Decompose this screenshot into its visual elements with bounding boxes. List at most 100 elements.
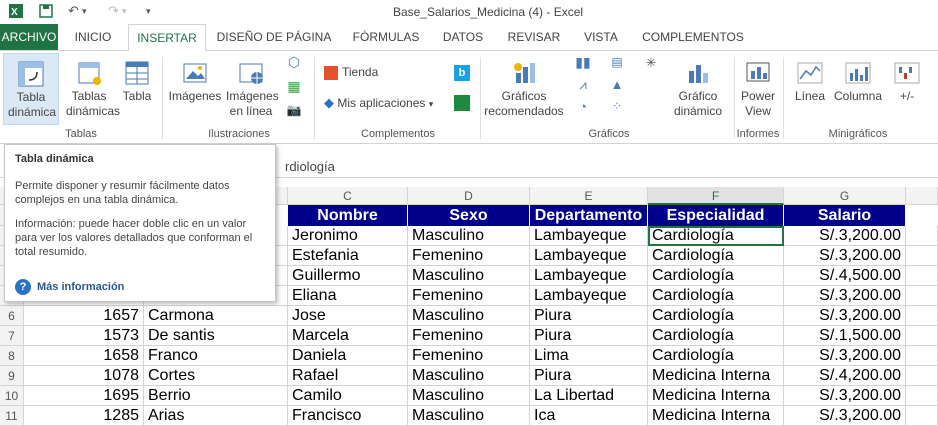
tab-revisar[interactable]: REVISAR (503, 24, 565, 50)
cell-empty[interactable] (906, 306, 938, 326)
tab-vista[interactable]: VISTA (578, 24, 624, 50)
screenshot-button[interactable]: 📷 (282, 103, 306, 123)
ganancia-perdida-button[interactable]: +/- (888, 53, 926, 125)
cell-esp[interactable]: Cardiología (648, 226, 784, 246)
tab-datos[interactable]: DATOS (438, 24, 488, 50)
cell-empty[interactable] (906, 226, 938, 246)
tabla-button[interactable]: Tabla (118, 53, 156, 125)
mas-informacion-link[interactable]: ? Más información (15, 279, 124, 295)
row-header[interactable]: 7 (0, 326, 24, 346)
cell-nombre[interactable]: Jeronimo (288, 226, 408, 246)
cell-empty[interactable] (906, 246, 938, 266)
people-graph-button[interactable] (452, 95, 472, 115)
row-header[interactable]: 9 (0, 366, 24, 386)
cell-empty[interactable] (906, 406, 938, 426)
cell-sal[interactable]: S/.3,200.00 (784, 386, 906, 406)
tab-inicio[interactable]: INICIO (70, 24, 116, 50)
cell-sal[interactable]: S/.3,200.00 (784, 246, 906, 266)
undo-dropdown-icon[interactable]: ▾ (82, 6, 87, 17)
cell-esp[interactable]: Cardiología (648, 326, 784, 346)
cell-id[interactable]: 1658 (24, 346, 144, 366)
cell-nombre[interactable]: Rafael (288, 366, 408, 386)
cell-sal[interactable]: S/.3,200.00 (784, 406, 906, 426)
line-chart-button[interactable]: ⩘ (568, 77, 598, 97)
cell-id[interactable]: 1078 (24, 366, 144, 386)
cell-id[interactable]: 1657 (24, 306, 144, 326)
cell-esp[interactable]: Cardiología (648, 246, 784, 266)
cell-sexo[interactable]: Masculino (408, 306, 530, 326)
tab-complementos[interactable]: COMPLEMENTOS (638, 24, 748, 50)
tab-archivo[interactable]: ARCHIVO (0, 24, 58, 50)
cell-id[interactable]: 1695 (24, 386, 144, 406)
cell-id[interactable]: 1285 (24, 406, 144, 426)
cell-sexo[interactable]: Masculino (408, 226, 530, 246)
cell-empty[interactable] (906, 286, 938, 306)
cell-esp[interactable]: Medicina Interna (648, 406, 784, 426)
shapes-button[interactable]: ⬡ (282, 55, 306, 75)
cell-dep[interactable]: Piura (530, 326, 648, 346)
cell-empty[interactable] (906, 366, 938, 386)
cell-dep[interactable]: Lambayeque (530, 246, 648, 266)
row-header[interactable]: 8 (0, 346, 24, 366)
formula-bar-value[interactable]: rdiología (285, 159, 335, 174)
cell-esp[interactable]: Medicina Interna (648, 386, 784, 406)
cell-esp[interactable]: Cardiología (648, 286, 784, 306)
tablas-dinamicas-button[interactable]: Tablas dinámicas (64, 53, 120, 125)
cell-esp[interactable]: Cardiología (648, 306, 784, 326)
cell-esp[interactable]: Cardiología (648, 346, 784, 366)
tienda-button[interactable]: Tienda (324, 65, 444, 85)
row-header[interactable]: 6 (0, 306, 24, 326)
cell-apellido[interactable]: Cortes (144, 366, 288, 386)
cell-sal[interactable]: S/.3,200.00 (784, 306, 906, 326)
smartart-button[interactable]: ▦ (282, 79, 306, 99)
row-header[interactable]: 10 (0, 386, 24, 406)
cell-nombre[interactable]: Eliana (288, 286, 408, 306)
cell-sexo[interactable]: Femenino (408, 286, 530, 306)
cell-nombre[interactable]: Francisco (288, 406, 408, 426)
cell-dep[interactable]: Lima (530, 346, 648, 366)
cell-dep[interactable]: Piura (530, 306, 648, 326)
cell-dep[interactable]: Ica (530, 406, 648, 426)
cell-nombre[interactable]: Jose (288, 306, 408, 326)
cell-dep[interactable]: Lambayeque (530, 286, 648, 306)
cell-sal[interactable]: S/.3,200.00 (784, 226, 906, 246)
cell-sexo[interactable]: Masculino (408, 386, 530, 406)
cell-sal[interactable]: S/.4,500.00 (784, 266, 906, 286)
power-view-button[interactable]: Power View (736, 53, 780, 125)
cell-sexo[interactable]: Femenino (408, 346, 530, 366)
cell-apellido[interactable]: Franco (144, 346, 288, 366)
cell-nombre[interactable]: Daniela (288, 346, 408, 366)
columna-sparkline-button[interactable]: Columna (832, 53, 884, 125)
cell-apellido[interactable]: De santis (144, 326, 288, 346)
cell-sexo[interactable]: Masculino (408, 406, 530, 426)
column-header-c[interactable]: C (288, 187, 408, 205)
area-chart-button[interactable]: ▲ (602, 77, 632, 97)
cell-dep[interactable]: La Libertad (530, 386, 648, 406)
cell-sal[interactable]: S/.1,500.00 (784, 326, 906, 346)
redo-icon[interactable]: ↷ (108, 3, 119, 19)
cell-sal[interactable]: S/.3,200.00 (784, 346, 906, 366)
cell-empty[interactable] (906, 346, 938, 366)
cell-sexo[interactable]: Femenino (408, 326, 530, 346)
tab-formulas[interactable]: FÓRMULAS (348, 24, 424, 50)
radar-chart-button[interactable]: ✳ (636, 55, 666, 75)
redo-dropdown-icon[interactable]: ▾ (122, 6, 127, 17)
cell-esp[interactable]: Medicina Interna (648, 366, 784, 386)
cell-empty[interactable] (906, 266, 938, 286)
tab-diseno-de-pagina[interactable]: DISEÑO DE PÁGINA (216, 24, 332, 50)
cell-apellido[interactable]: Berrio (144, 386, 288, 406)
cell-nombre[interactable]: Guillermo (288, 266, 408, 286)
undo-icon[interactable]: ↶ (68, 3, 79, 19)
tabla-dinamica-button[interactable]: Tabla dinámica (3, 53, 59, 125)
cell-apellido[interactable]: Arias (144, 406, 288, 426)
column-header-h[interactable] (906, 187, 938, 205)
cell-sal[interactable]: S/.4,200.00 (784, 366, 906, 386)
grafico-dinamico-button[interactable]: Gráfico dinámico (666, 53, 730, 125)
cell-dep[interactable]: Piura (530, 366, 648, 386)
cell-nombre[interactable]: Marcela (288, 326, 408, 346)
cell-empty[interactable] (906, 386, 938, 406)
cell-apellido[interactable]: Carmona (144, 306, 288, 326)
customize-toolbar-icon[interactable]: ▾ (146, 6, 151, 17)
cell-sexo[interactable]: Femenino (408, 246, 530, 266)
cell-nombre[interactable]: Camilo (288, 386, 408, 406)
